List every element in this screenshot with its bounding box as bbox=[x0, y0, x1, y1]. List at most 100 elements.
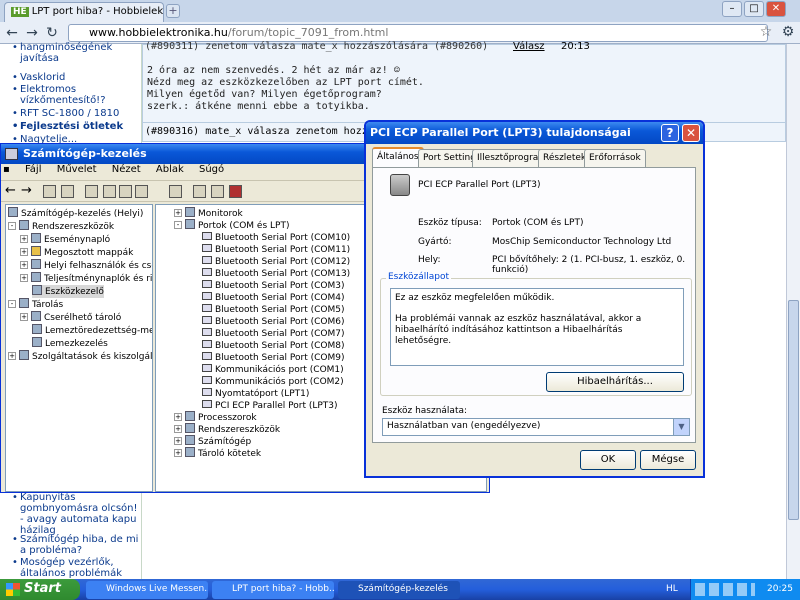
device-usage-select[interactable]: Használatban van (engedélyezve) ▼ bbox=[382, 418, 690, 436]
menu-item-file[interactable]: Fájl bbox=[25, 164, 42, 175]
tree-label: Eseménynapló bbox=[44, 235, 111, 245]
shared-folder-icon bbox=[31, 246, 41, 256]
menu-item-window[interactable]: Ablak bbox=[156, 164, 184, 175]
expand-icon[interactable]: + bbox=[174, 413, 182, 421]
uninstall-device-icon[interactable] bbox=[229, 185, 242, 198]
expand-icon[interactable]: + bbox=[174, 425, 182, 433]
disable-device-icon[interactable] bbox=[211, 185, 224, 198]
expand-icon[interactable]: + bbox=[20, 274, 28, 282]
menu-item-view[interactable]: Nézet bbox=[112, 164, 141, 175]
status-text-box[interactable]: Ez az eszköz megfelelően működik. Ha pro… bbox=[390, 288, 684, 366]
tree-label: Bluetooth Serial Port (COM13) bbox=[215, 269, 351, 279]
serial-port-icon bbox=[200, 291, 212, 301]
minimize-icon[interactable]: – bbox=[722, 1, 742, 17]
export-icon[interactable] bbox=[135, 185, 148, 198]
browser-tab[interactable]: HELPT port hiba? - Hobbielekt... ✕ bbox=[4, 2, 164, 22]
tree-label: Teljesítménynaplók és riaszt bbox=[44, 274, 153, 284]
tab-general[interactable]: Általános bbox=[372, 147, 424, 168]
show-tree-icon[interactable] bbox=[61, 185, 74, 198]
tree-label: Bluetooth Serial Port (COM4) bbox=[215, 293, 345, 303]
tree-label: Rendszereszközök bbox=[32, 222, 115, 232]
expand-icon[interactable]: + bbox=[20, 235, 28, 243]
tree-item[interactable]: + Cserélhető tároló bbox=[20, 311, 121, 324]
taskbar-button[interactable]: Windows Live Messen... bbox=[86, 581, 208, 599]
sidebar-link[interactable]: Vasklorid bbox=[0, 72, 140, 83]
maximize-icon[interactable]: □ bbox=[744, 1, 764, 17]
sidebar-link[interactable]: hangminőségének javítása bbox=[0, 42, 140, 64]
sidebar-link[interactable]: Számítógép hiba, de mi a probléma? bbox=[0, 534, 140, 556]
collapse-icon[interactable]: - bbox=[174, 221, 182, 229]
up-folder-icon[interactable] bbox=[43, 185, 56, 198]
storage-volume-icon bbox=[185, 447, 195, 457]
print-icon[interactable] bbox=[85, 185, 98, 198]
tree-item[interactable]: Lemeztöredezettség-mentes bbox=[32, 324, 153, 337]
bookmark-star-icon[interactable]: ☆ bbox=[758, 24, 774, 40]
device-type-value: Portok (COM és LPT) bbox=[492, 218, 584, 228]
tree-label: Bluetooth Serial Port (COM3) bbox=[215, 281, 345, 291]
tree-label: Bluetooth Serial Port (COM6) bbox=[215, 317, 345, 327]
sidebar-link[interactable]: Mosógép vezérlők, általános problémák bbox=[0, 557, 140, 579]
expand-icon[interactable]: + bbox=[20, 261, 28, 269]
close-icon[interactable]: ✕ bbox=[682, 124, 700, 142]
sidebar-link[interactable]: Kapunyitás gombnyomásra olcsón! - avagy … bbox=[0, 492, 140, 536]
ok-button[interactable]: OK bbox=[580, 450, 636, 470]
sidebar-link[interactable]: Fejlesztési ötletek bbox=[0, 121, 140, 132]
expand-icon[interactable]: + bbox=[174, 437, 182, 445]
tree-item[interactable]: + Teljesítménynaplók és riaszt bbox=[20, 272, 153, 285]
language-indicator[interactable]: HL bbox=[666, 584, 678, 594]
help-icon[interactable] bbox=[119, 185, 132, 198]
cancel-button[interactable]: Mégse bbox=[640, 450, 696, 470]
sidebar-link[interactable]: Elektromos vízkőmentesítő!? bbox=[0, 84, 140, 106]
tray-icons[interactable] bbox=[695, 583, 755, 596]
close-icon[interactable]: ✕ bbox=[766, 1, 786, 17]
taskbar-button[interactable]: LPT port hiba? - Hobb... bbox=[212, 581, 334, 599]
back-icon[interactable]: ← bbox=[5, 183, 16, 198]
troubleshoot-button[interactable]: Hibaelhárítás... bbox=[546, 372, 684, 392]
expand-icon[interactable]: + bbox=[20, 248, 28, 256]
tab-resources[interactable]: Erőforrások bbox=[584, 149, 646, 167]
forward-icon[interactable]: → bbox=[24, 25, 40, 41]
tree-item[interactable]: + Helyi felhasználók és csopor bbox=[20, 259, 152, 272]
expand-icon[interactable]: + bbox=[8, 352, 16, 360]
collapse-icon[interactable]: - bbox=[8, 300, 16, 308]
new-tab-button[interactable]: + bbox=[166, 4, 180, 18]
device-manager-icon bbox=[32, 285, 42, 295]
tree-item[interactable]: + Megosztott mappák bbox=[20, 246, 133, 259]
tab-title: LPT port hiba? - Hobbielekt... bbox=[31, 6, 164, 17]
expand-icon[interactable]: + bbox=[174, 209, 182, 217]
help-icon[interactable]: ? bbox=[661, 124, 679, 142]
address-bar[interactable]: www.hobbielektronika.hu/forum/topic_7091… bbox=[68, 24, 768, 42]
chevron-down-icon[interactable]: ▼ bbox=[673, 419, 689, 435]
back-icon[interactable]: ← bbox=[4, 25, 20, 41]
device-category[interactable]: + Tároló kötetek bbox=[174, 447, 261, 460]
menu-item-help[interactable]: Súgó bbox=[199, 164, 224, 175]
expand-icon[interactable]: + bbox=[174, 449, 182, 457]
tree-item[interactable]: + Eseménynapló bbox=[20, 233, 110, 246]
windows-logo-icon bbox=[6, 583, 20, 596]
reply-link[interactable]: Válasz bbox=[513, 41, 545, 52]
expand-icon[interactable]: + bbox=[20, 313, 28, 321]
reload-icon[interactable]: ↻ bbox=[44, 25, 60, 41]
tree-item[interactable]: Lemezkezelés bbox=[32, 337, 108, 350]
wrench-icon[interactable]: ⚙ bbox=[780, 24, 796, 40]
tree-item[interactable]: - Tárolás bbox=[8, 298, 63, 311]
forward-icon[interactable]: → bbox=[21, 183, 32, 198]
tree-item-selected[interactable]: Eszközkezelő bbox=[32, 285, 104, 298]
scrollbar-thumb[interactable] bbox=[788, 300, 799, 520]
monitor-icon[interactable] bbox=[169, 185, 182, 198]
scan-hardware-icon[interactable] bbox=[193, 185, 206, 198]
tree-label: Lemeztöredezettség-mentes bbox=[45, 326, 153, 336]
sidebar-link[interactable]: RFT SC-1800 / 1810 bbox=[0, 108, 140, 119]
collapse-icon[interactable]: - bbox=[8, 222, 16, 230]
browser-tab-strip: HELPT port hiba? - Hobbielekt... ✕ + – □… bbox=[0, 0, 800, 22]
parallel-port-icon bbox=[390, 174, 410, 196]
properties-icon[interactable] bbox=[103, 185, 116, 198]
post-line: 2 óra az nem szenvedés. 2 hét az már az!… bbox=[147, 65, 400, 76]
tree-item[interactable]: + Szolgáltatások és kiszolgálói alk bbox=[8, 350, 152, 363]
tree-item[interactable]: - Rendszereszközök bbox=[8, 220, 114, 233]
tree-item[interactable]: Számítógép-kezelés (Helyi) bbox=[8, 207, 143, 220]
menu-item-action[interactable]: Művelet bbox=[57, 164, 97, 175]
taskbar-button-active[interactable]: Számítógép-kezelés bbox=[338, 581, 460, 599]
device-type-label: Eszköz típusa: bbox=[418, 218, 482, 228]
serial-port-icon bbox=[200, 279, 212, 289]
